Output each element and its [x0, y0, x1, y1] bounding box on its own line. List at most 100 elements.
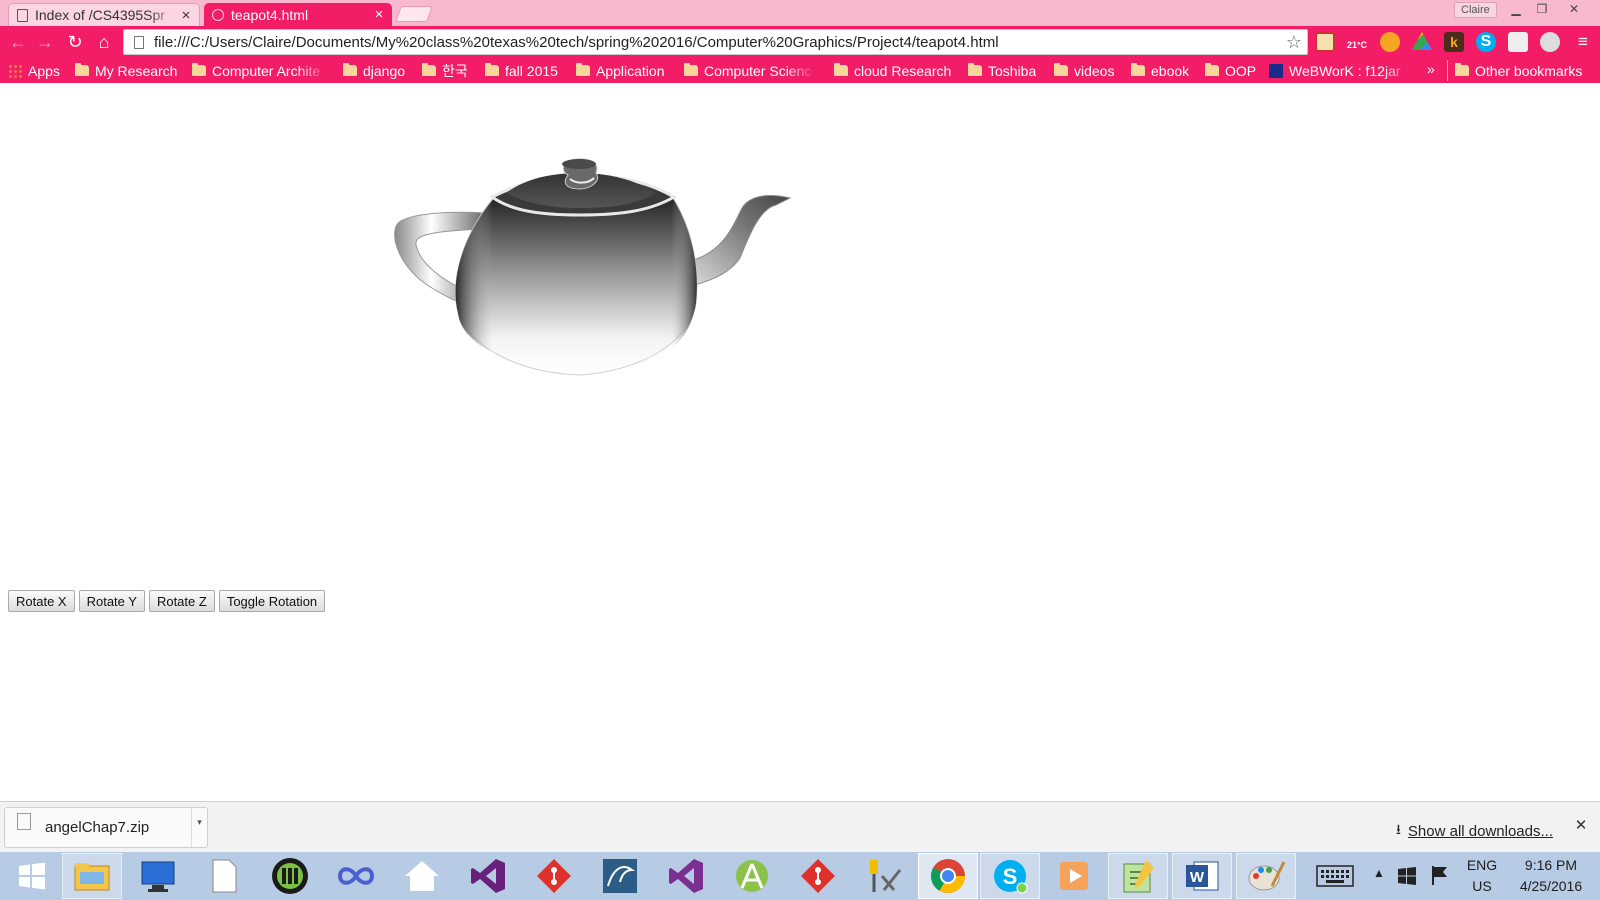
clock-date[interactable]: 4/25/2016 [1510, 878, 1592, 894]
download-file-name: angelChap7.zip [45, 819, 150, 836]
infinity-icon[interactable] [326, 853, 386, 899]
taskbar: S W ▲ ENG US 9:16 PM 4/25/2016 [0, 852, 1600, 900]
bookmarks-overflow-icon[interactable]: » [1427, 61, 1435, 77]
skype-extension-icon[interactable]: S [1476, 32, 1496, 52]
mysql-icon[interactable] [590, 853, 650, 899]
tools-icon[interactable] [854, 853, 914, 899]
tab-teapot4[interactable]: teapot4.html × [204, 3, 392, 26]
extension-orange-icon[interactable] [1380, 32, 1400, 52]
start-icon[interactable] [2, 853, 62, 899]
bookmark-star-icon[interactable]: ☆ [1281, 32, 1307, 53]
page-icon [17, 8, 28, 22]
page-content: Rotate X Rotate Y Rotate Z Toggle Rotati… [0, 83, 1600, 801]
bookmarks-bar: Apps My Research Computer Archite django… [0, 58, 1600, 83]
forward-icon[interactable]: → [33, 30, 57, 54]
home-icon[interactable] [392, 853, 452, 899]
extension-gray2-icon[interactable] [1540, 32, 1560, 52]
action-center-flag-icon[interactable] [1430, 864, 1450, 891]
bookmark-my-research[interactable]: My Research [75, 61, 177, 80]
page-info-icon[interactable] [134, 35, 144, 49]
extension-gray-icon[interactable] [1508, 32, 1528, 52]
bookmark-ebook[interactable]: ebook [1131, 61, 1189, 80]
weather-extension-icon[interactable]: 21°C [1344, 32, 1370, 52]
region-indicator[interactable]: US [1465, 878, 1499, 894]
bookmark-application[interactable]: Application [576, 61, 665, 80]
blank-file-icon[interactable] [194, 853, 254, 899]
keyboard-icon[interactable] [1316, 864, 1354, 893]
extension-k-icon[interactable]: k [1444, 32, 1464, 52]
tab-strip: Index of /CS4395Spr × teapot4.html × Cla… [0, 0, 1600, 26]
toolbar: ← → ↻ ⌂ ☆ 21°C k S ≡ [0, 26, 1600, 58]
language-indicator[interactable]: ENG [1465, 857, 1499, 873]
visual-studio-icon[interactable] [458, 853, 518, 899]
video-icon[interactable] [1044, 853, 1104, 899]
rotate-y-button[interactable]: Rotate Y [78, 590, 145, 612]
toggle-rotation-button[interactable]: Toggle Rotation [218, 590, 326, 612]
folder-icon [576, 63, 590, 76]
tab-title: teapot4.html [231, 6, 309, 23]
chrome-menu-icon[interactable]: ≡ [1573, 32, 1593, 52]
git-icon[interactable] [524, 853, 584, 899]
bookmark-videos[interactable]: videos [1054, 61, 1114, 80]
show-all-downloads-link[interactable]: ⭳ Show all downloads... [1396, 819, 1553, 843]
webwork-icon [1269, 63, 1283, 78]
skype-icon[interactable]: S [980, 853, 1040, 899]
bookmark-toshiba[interactable]: Toshiba [968, 61, 1036, 80]
tab-close-icon[interactable]: × [370, 6, 388, 23]
minimize-icon[interactable]: ▁ [1503, 0, 1529, 18]
rotate-z-button[interactable]: Rotate Z [148, 590, 215, 612]
acrobat-extension-icon[interactable] [1315, 32, 1335, 52]
download-menu-arrow-icon[interactable]: ▾ [191, 808, 207, 847]
close-shelf-icon[interactable]: ✕ [1572, 816, 1590, 834]
bookmark-fall-2015[interactable]: fall 2015 [485, 61, 558, 80]
apps-grid-icon [8, 63, 22, 78]
download-arrow-icon: ⭳ [1396, 821, 1401, 837]
bookmark-apps[interactable]: Apps [8, 61, 60, 80]
android-studio-icon[interactable] [722, 853, 782, 899]
back-icon[interactable]: ← [6, 30, 30, 54]
google-drive-icon[interactable] [1412, 32, 1432, 50]
new-tab-button[interactable] [395, 6, 433, 22]
bookmark-cloud-research[interactable]: cloud Research [834, 61, 951, 80]
rotation-controls: Rotate X Rotate Y Rotate Z Toggle Rotati… [8, 590, 326, 612]
tab-close-icon[interactable]: × [177, 7, 195, 24]
chrome-icon[interactable] [918, 853, 978, 899]
svg-text:S: S [1003, 864, 1018, 889]
lenovo-icon[interactable] [128, 853, 188, 899]
word-icon[interactable]: W [1172, 853, 1232, 899]
windows-icon[interactable] [1397, 866, 1417, 891]
profile-button[interactable]: Claire [1454, 2, 1497, 18]
address-bar[interactable]: ☆ [123, 29, 1308, 55]
folder-icon [684, 63, 698, 76]
bookmarks-divider [1447, 60, 1448, 81]
tab-title: Index of /CS4395Spr [35, 7, 165, 23]
rotate-x-button[interactable]: Rotate X [8, 590, 75, 612]
tray-expand-icon[interactable]: ▲ [1373, 866, 1385, 880]
close-window-icon[interactable]: ✕ [1561, 0, 1587, 18]
clock-time[interactable]: 9:16 PM [1510, 857, 1592, 873]
file-explorer-icon[interactable] [62, 853, 122, 899]
bookmark-django[interactable]: django [343, 61, 405, 80]
home-icon[interactable]: ⌂ [92, 30, 116, 54]
bookmark-korean[interactable]: 한국 [422, 61, 468, 80]
url-input[interactable] [154, 33, 1281, 51]
folder-icon [75, 63, 89, 76]
bookmark-computer-archite[interactable]: Computer Archite [192, 61, 330, 80]
media-player-icon[interactable] [260, 853, 320, 899]
svg-text:W: W [1190, 869, 1205, 886]
bookmark-other-bookmarks[interactable]: Other bookmarks [1455, 61, 1582, 80]
bookmark-webwork[interactable]: WeBWorK : f12jar [1269, 61, 1419, 80]
git-2-icon[interactable] [788, 853, 848, 899]
bookmark-oop[interactable]: OOP [1205, 61, 1256, 80]
folder-icon [1054, 63, 1068, 76]
folder-icon [422, 63, 436, 76]
restore-icon[interactable]: ❐ [1529, 0, 1555, 18]
notepad-icon[interactable] [1108, 853, 1168, 899]
folder-icon [1455, 63, 1469, 76]
bookmark-computer-scienc[interactable]: Computer Scienc [684, 61, 818, 80]
visual-studio-2-icon[interactable] [656, 853, 716, 899]
paint-icon[interactable] [1236, 853, 1296, 899]
reload-icon[interactable]: ↻ [63, 30, 87, 54]
download-item[interactable]: angelChap7.zip ▾ [4, 807, 208, 848]
tab-index-of[interactable]: Index of /CS4395Spr × [8, 3, 200, 26]
